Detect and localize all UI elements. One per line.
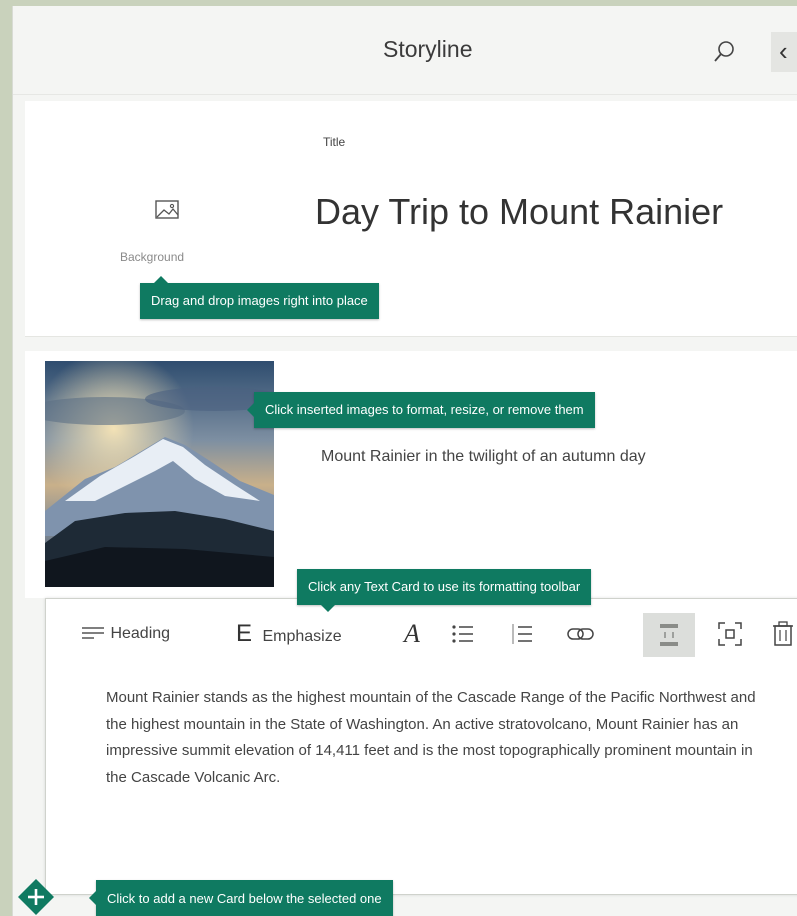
bullet-list-icon [452, 625, 473, 643]
font-button[interactable]: A [404, 619, 420, 649]
image-icon[interactable] [153, 197, 183, 223]
formatting-toolbar: Heading E Emphasize A [46, 599, 797, 669]
layout-icon [660, 624, 678, 646]
delete-button[interactable] [772, 619, 794, 649]
card-body-text[interactable]: Mount Rainier stands as the highest moun… [106, 685, 766, 791]
bullet-list-button[interactable] [451, 619, 475, 649]
storyline-pane: Storyline ‹ Background Title Day Trip to… [12, 6, 797, 916]
layout-button[interactable] [643, 613, 695, 657]
background-label[interactable]: Background [120, 250, 184, 264]
chevron-left-icon: ‹ [779, 36, 788, 66]
mountain-photo[interactable] [45, 361, 274, 587]
text-card-tip: Click any Text Card to use its formattin… [297, 569, 592, 612]
add-card-tip: Click to add a new Card below the select… [89, 880, 393, 916]
heading-icon [82, 627, 104, 639]
image-card[interactable]: Mount Rainier in the twilight of an autu… [25, 351, 797, 598]
story-title[interactable]: Day Trip to Mount Rainier [315, 191, 723, 233]
search-icon[interactable] [713, 40, 735, 64]
title-label: Title [323, 135, 346, 149]
emphasize-button[interactable]: E Emphasize [236, 619, 342, 649]
focus-button[interactable] [716, 619, 744, 649]
emphasize-label: Emphasize [262, 628, 342, 645]
page-title: Storyline [383, 36, 473, 62]
numbered-list-icon [512, 623, 532, 644]
header: Storyline ‹ [13, 6, 797, 95]
link-button[interactable] [566, 619, 596, 649]
back-button[interactable]: ‹ [771, 32, 797, 72]
numbered-list-button[interactable] [510, 619, 534, 649]
drag-drop-tip: Drag and drop images right into place [140, 276, 379, 319]
image-caption[interactable]: Mount Rainier in the twilight of an autu… [321, 443, 761, 471]
link-icon [567, 628, 594, 640]
font-icon: A [404, 619, 420, 648]
image-format-tip: Click inserted images to format, resize,… [247, 392, 595, 428]
text-card[interactable]: Heading E Emphasize A Mount Rainier stan… [45, 598, 797, 895]
delete-icon [773, 621, 793, 646]
heading-label: Heading [110, 625, 171, 642]
heading-button[interactable]: Heading [80, 619, 170, 649]
emphasize-icon: E [236, 620, 253, 647]
add-card-button[interactable] [17, 878, 55, 916]
focus-icon [718, 622, 742, 646]
